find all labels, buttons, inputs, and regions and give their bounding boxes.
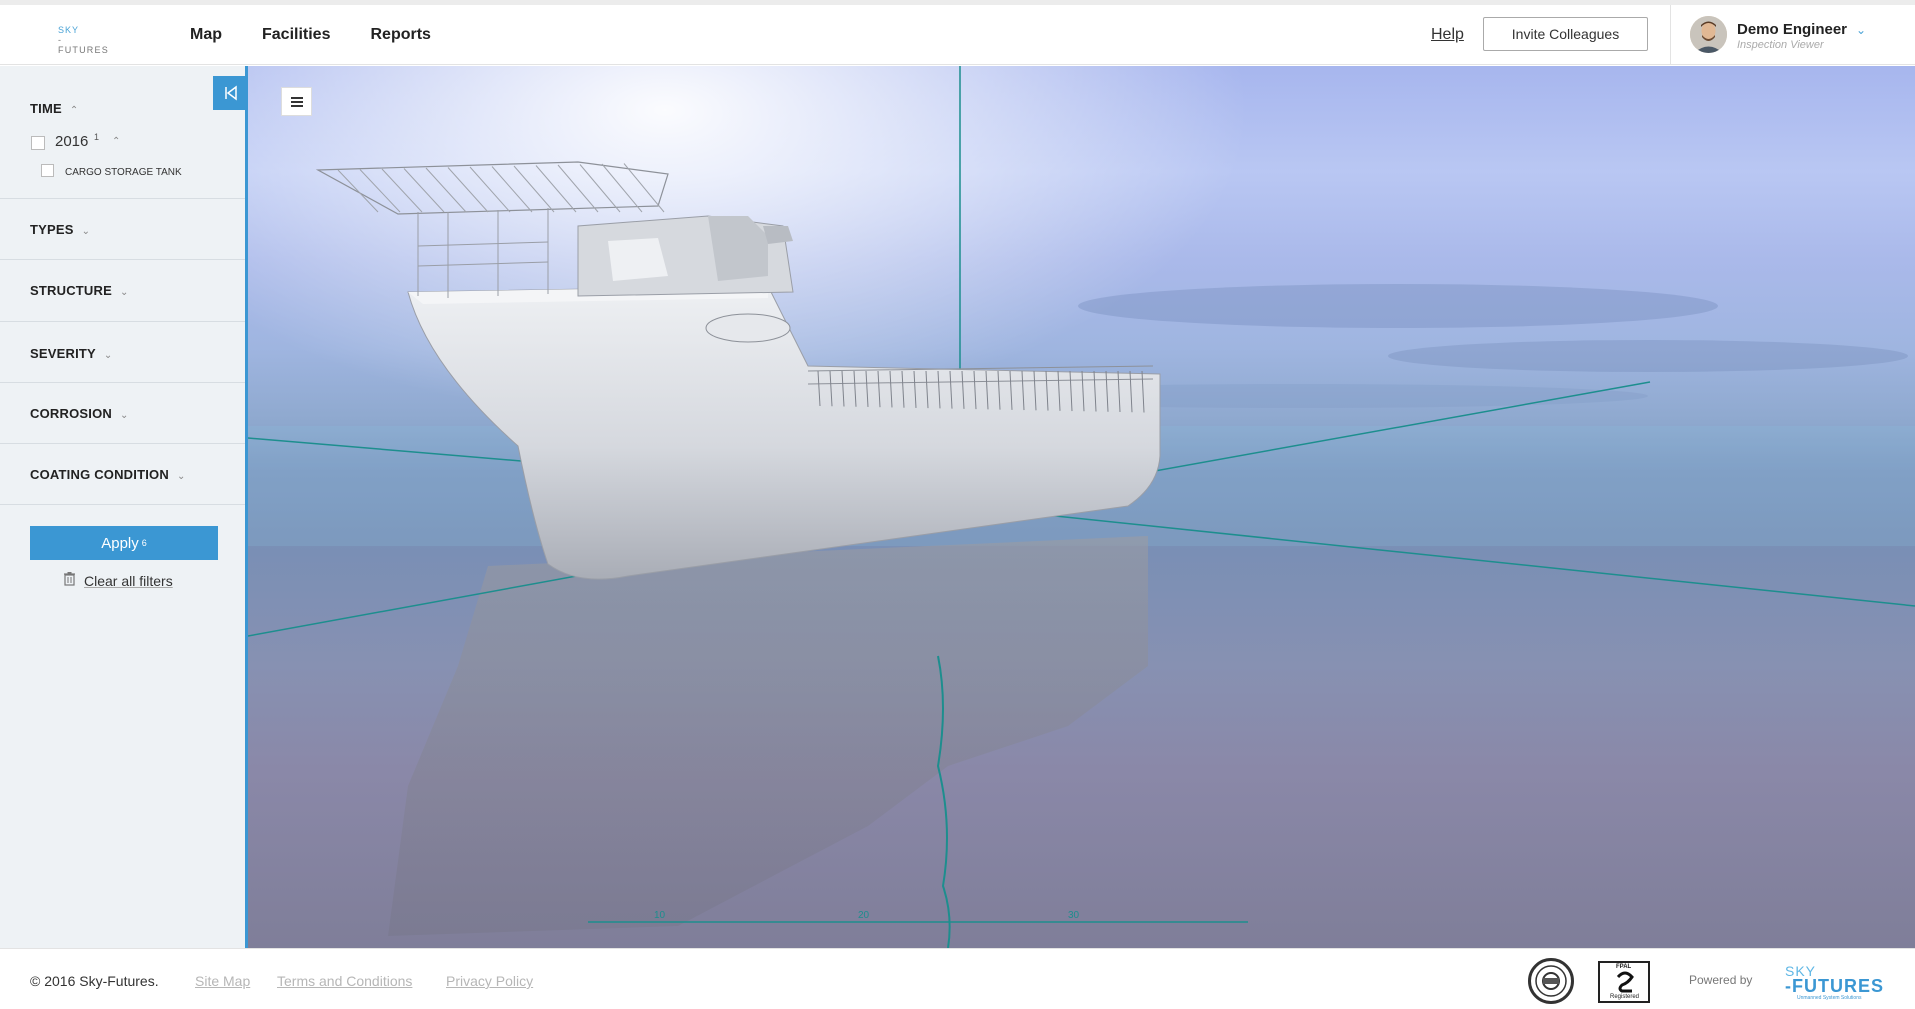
footer-sky-futures-logo[interactable]: SKY -FUTURES Unmanned System Solutions xyxy=(1785,963,1885,1003)
filter-severity-label: SEVERITY xyxy=(30,346,96,361)
ship-3d-scene[interactable]: 10 20 30 xyxy=(248,66,1915,948)
filter-coating: COATING CONDITION ⌄ xyxy=(0,444,245,505)
powered-by-label: Powered by xyxy=(1689,973,1753,987)
help-link[interactable]: Help xyxy=(1431,26,1464,44)
clear-filters-label: Clear all filters xyxy=(84,572,173,589)
fpal-logo-icon xyxy=(1616,971,1634,993)
trash-icon xyxy=(64,572,75,589)
year-count: 1 xyxy=(94,132,100,142)
filter-sidebar: TIME ⌃ 2016 1 ⌃ CARGO STORAGE TANK TYPES ⌄… xyxy=(0,66,249,948)
3d-viewport[interactable]: 10 20 30 xyxy=(248,66,1915,948)
filter-structure: STRUCTURE ⌄ xyxy=(0,260,245,322)
user-avatar-icon xyxy=(1690,16,1727,53)
scale-label-20: 20 xyxy=(858,910,870,921)
filter-coating-title[interactable]: COATING CONDITION ⌄ xyxy=(30,467,186,482)
invite-colleagues-button[interactable]: Invite Colleagues xyxy=(1483,17,1648,51)
filter-structure-title[interactable]: STRUCTURE ⌄ xyxy=(30,283,129,298)
chevron-down-icon: ⌄ xyxy=(103,350,113,361)
filter-coating-label: COATING CONDITION xyxy=(30,467,169,482)
filter-structure-label: STRUCTURE xyxy=(30,283,112,298)
year-label: 2016 xyxy=(55,133,89,150)
chevron-up-icon: ⌃ xyxy=(69,105,79,116)
apply-label: Apply xyxy=(101,534,139,552)
footer-link-site-map[interactable]: Site Map xyxy=(195,973,250,989)
filter-corrosion-label: CORROSION xyxy=(30,406,112,421)
hamburger-icon xyxy=(290,96,303,107)
footer-logo-bottom: -FUTURES xyxy=(1785,976,1884,996)
apply-count: 6 xyxy=(141,538,147,548)
scale-label-30: 30 xyxy=(1068,910,1080,921)
copyright: © 2016 Sky-Futures. xyxy=(30,973,159,989)
fpal-bottom-text: Registered xyxy=(1610,994,1640,1000)
footer-link-terms[interactable]: Terms and Conditions xyxy=(277,973,412,989)
user-role: Inspection Viewer xyxy=(1737,39,1824,51)
asset-checkbox[interactable] xyxy=(41,164,54,177)
filter-corrosion: CORROSION ⌄ xyxy=(0,383,245,444)
chevron-down-icon: ⌄ xyxy=(176,471,186,482)
nav-reports[interactable]: Reports xyxy=(370,26,430,44)
filter-severity: SEVERITY ⌄ xyxy=(0,322,245,383)
filter-types-title[interactable]: TYPES ⌄ xyxy=(30,222,90,237)
filter-severity-title[interactable]: SEVERITY ⌄ xyxy=(30,346,113,361)
filter-corrosion-title[interactable]: CORROSION ⌄ xyxy=(30,406,129,421)
footer-link-privacy[interactable]: Privacy Policy xyxy=(446,973,533,989)
chevron-down-icon: ⌄ xyxy=(119,410,129,421)
filter-types: TYPES ⌄ xyxy=(0,199,245,260)
apply-button[interactable]: Apply 6 xyxy=(30,526,218,560)
filter-types-label: TYPES xyxy=(30,222,74,237)
nav-facilities[interactable]: Facilities xyxy=(262,26,330,44)
chevron-down-icon: ⌄ xyxy=(119,287,129,298)
chevron-down-icon: ⌄ xyxy=(81,226,91,237)
main-nav: Map Facilities Reports xyxy=(190,5,471,65)
scale-label-10: 10 xyxy=(654,910,666,921)
filter-time-title[interactable]: TIME ⌃ xyxy=(30,101,78,116)
avatar[interactable] xyxy=(1690,16,1727,53)
header-divider xyxy=(1670,5,1671,65)
year-checkbox[interactable] xyxy=(31,136,45,150)
footer-logo-tagline: Unmanned System Solutions xyxy=(1797,995,1862,1001)
fpal-badge: FPAL Registered xyxy=(1598,961,1650,1003)
asset-label: CARGO STORAGE TANK xyxy=(65,167,182,178)
app-header: SKY -FUTURES Map Facilities Reports Help… xyxy=(0,5,1915,65)
chevron-down-icon[interactable]: ⌄ xyxy=(1856,23,1866,37)
viewer-menu-button[interactable] xyxy=(281,87,312,116)
logo-bottom-text: -FUTURES xyxy=(58,35,109,55)
sky-futures-logo[interactable]: SKY -FUTURES xyxy=(58,25,112,55)
filter-time: TIME ⌃ 2016 1 ⌃ CARGO STORAGE TANK xyxy=(0,66,245,199)
logo-top-text: SKY xyxy=(58,25,80,35)
clear-filters-link[interactable]: Clear all filters xyxy=(64,572,173,589)
year-chevron-up-icon[interactable]: ⌃ xyxy=(112,136,120,147)
certification-seal-icon xyxy=(1528,958,1574,1004)
fpal-top-text: FPAL xyxy=(1616,964,1632,970)
user-name[interactable]: Demo Engineer xyxy=(1737,21,1847,38)
app-footer: © 2016 Sky-Futures. Site Map Terms and C… xyxy=(0,948,1915,1009)
nav-map[interactable]: Map xyxy=(190,26,222,44)
filter-time-label: TIME xyxy=(30,101,62,116)
